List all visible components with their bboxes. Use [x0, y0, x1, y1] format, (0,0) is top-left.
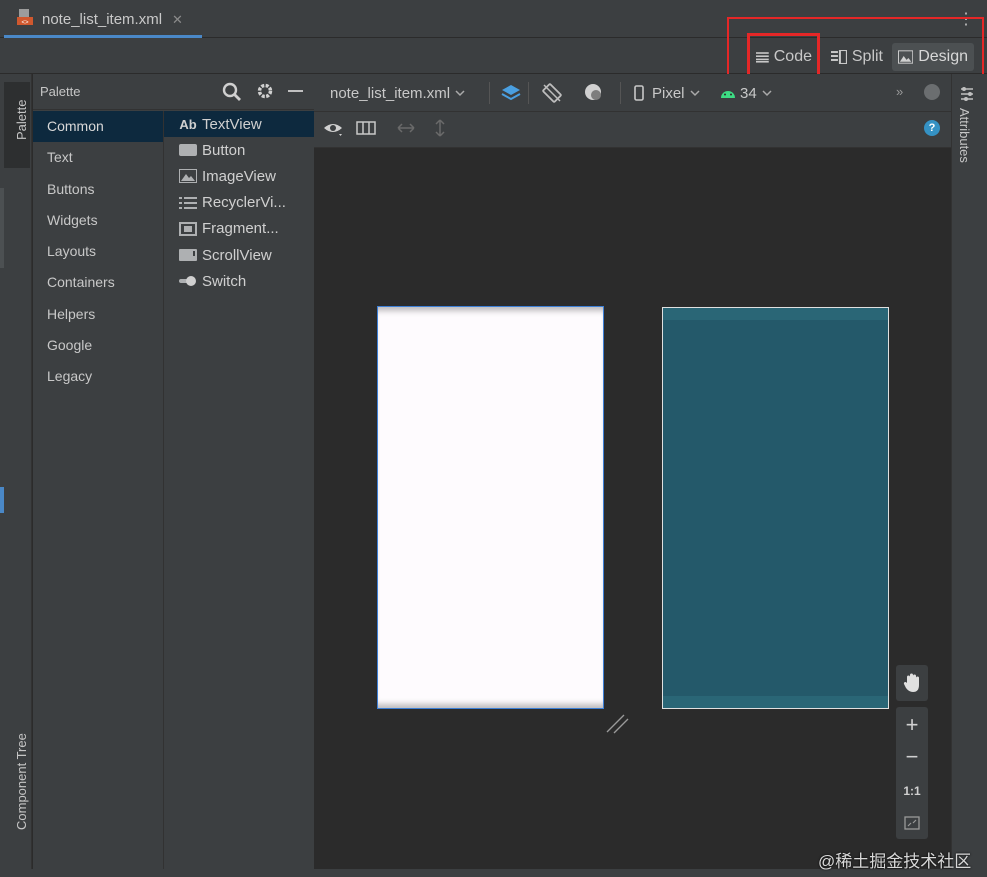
layers-icon[interactable] — [498, 80, 524, 106]
split-mode-button[interactable]: Split — [825, 43, 889, 71]
chevron-down-icon — [762, 90, 772, 97]
api-level-dropdown[interactable]: 34 — [720, 82, 773, 104]
theme-icon[interactable] — [581, 80, 607, 106]
category-text[interactable]: Text — [33, 142, 163, 173]
widget-recyclerview[interactable]: RecyclerVi... — [164, 190, 314, 216]
xml-file-icon: <> — [16, 8, 34, 31]
file-tab-label: note_list_item.xml — [42, 11, 163, 28]
blueprint-toggle-icon[interactable] — [356, 121, 376, 140]
fit-screen-icon — [904, 816, 920, 830]
design-mode-label: Design — [918, 48, 968, 65]
zoom-actual-size-button[interactable]: 1:1 — [896, 775, 928, 807]
palette-title: Palette — [40, 84, 81, 99]
design-surface[interactable] — [377, 306, 604, 709]
search-icon[interactable] — [222, 82, 242, 107]
widget-scrollview[interactable]: ScrollView — [164, 242, 314, 268]
widget-label: ScrollView — [202, 246, 272, 264]
blueprint-nav-bar — [663, 696, 888, 708]
toolbar-separator — [489, 82, 490, 104]
split-icon — [831, 50, 847, 64]
image-icon — [178, 168, 198, 184]
category-google[interactable]: Google — [33, 330, 163, 361]
widget-label: TextView — [202, 115, 262, 133]
category-layouts[interactable]: Layouts — [33, 236, 163, 267]
widget-imageview[interactable]: ImageView — [164, 163, 314, 189]
android-icon — [721, 91, 735, 98]
chevron-down-icon — [689, 90, 700, 97]
svg-text:<>: <> — [21, 20, 29, 26]
widget-label: Fragment... — [202, 220, 279, 238]
device-label: Pixel — [652, 84, 685, 102]
code-lines-icon — [756, 52, 769, 63]
code-mode-button[interactable]: Code — [750, 43, 818, 71]
right-tool-strip — [951, 74, 987, 877]
zoom-out-button[interactable]: − — [896, 741, 928, 773]
category-helpers[interactable]: Helpers — [33, 299, 163, 330]
widget-label: Button — [202, 141, 246, 159]
category-legacy[interactable]: Legacy — [33, 361, 163, 392]
watermark-text: @稀土掘金技术社区 — [818, 852, 972, 871]
category-buttons[interactable]: Buttons — [33, 174, 163, 205]
zoom-in-button[interactable]: + — [896, 709, 928, 741]
widget-textview[interactable]: Ab TextView — [164, 111, 314, 138]
category-common[interactable]: Common — [33, 111, 163, 143]
code-mode-label: Code — [773, 48, 812, 65]
switch-icon — [178, 273, 198, 289]
palette-categories: Common Text Buttons Widgets Layouts Cont… — [33, 111, 163, 393]
orientation-icon[interactable] — [539, 80, 565, 106]
warning-icon[interactable] — [924, 84, 940, 100]
button-icon — [178, 142, 198, 158]
ab-text-icon: Ab — [179, 116, 197, 132]
toolbar-separator — [620, 82, 621, 104]
gear-icon[interactable] — [256, 82, 274, 105]
blueprint-surface[interactable] — [662, 307, 889, 709]
eye-icon[interactable] — [323, 120, 345, 143]
blueprint-status-bar — [663, 308, 888, 320]
fragment-icon — [178, 221, 198, 237]
chevron-down-icon — [455, 90, 465, 97]
attributes-strip-icon — [960, 86, 974, 107]
widget-button[interactable]: Button — [164, 137, 314, 163]
design-mode-button[interactable]: Design — [892, 43, 974, 71]
left-gutter-marker-active — [0, 487, 4, 513]
widget-label: Switch — [202, 272, 247, 290]
layout-file-label: note_list_item.xml — [330, 84, 451, 102]
help-icon[interactable]: ? — [924, 120, 940, 136]
split-mode-label: Split — [851, 48, 883, 65]
file-tab[interactable]: <> note_list_item.xml ✕ — [4, 4, 202, 38]
phone-icon — [634, 85, 644, 101]
palette-widget-list: Ab TextView Button ImageView RecyclerVi.… — [164, 111, 314, 294]
device-dropdown[interactable]: Pixel — [634, 82, 701, 104]
palette-strip-label[interactable]: Palette — [14, 100, 29, 140]
close-tab-icon[interactable]: ✕ — [172, 12, 183, 28]
api-level-label: 34 — [740, 84, 757, 102]
pan-hand-button[interactable] — [896, 665, 928, 701]
hand-icon — [903, 673, 919, 692]
layout-file-dropdown[interactable]: note_list_item.xml — [330, 82, 466, 104]
more-options-icon[interactable]: ⋮ — [958, 10, 974, 30]
widget-switch[interactable]: Switch — [164, 268, 314, 294]
horizontal-resize-icon[interactable] — [396, 120, 416, 141]
widget-label: ImageView — [202, 167, 276, 185]
widget-fragment[interactable]: Fragment... — [164, 216, 314, 242]
zoom-to-fit-button[interactable] — [896, 807, 928, 839]
scrollview-icon — [178, 247, 198, 263]
toolbar-separator — [528, 82, 529, 104]
resize-handle-icon[interactable] — [604, 710, 630, 741]
category-widgets[interactable]: Widgets — [33, 205, 163, 236]
category-containers[interactable]: Containers — [33, 267, 163, 298]
toolbar-overflow-icon[interactable]: » — [896, 84, 903, 99]
vertical-resize-icon[interactable] — [432, 118, 448, 143]
attributes-strip-label[interactable]: Attributes — [957, 108, 972, 163]
minimize-icon[interactable] — [288, 90, 303, 92]
design-image-icon — [898, 50, 914, 64]
component-tree-strip-label[interactable]: Component Tree — [14, 733, 29, 830]
widget-label: RecyclerVi... — [202, 194, 286, 212]
list-icon — [178, 195, 198, 211]
left-gutter-marker — [0, 188, 4, 268]
